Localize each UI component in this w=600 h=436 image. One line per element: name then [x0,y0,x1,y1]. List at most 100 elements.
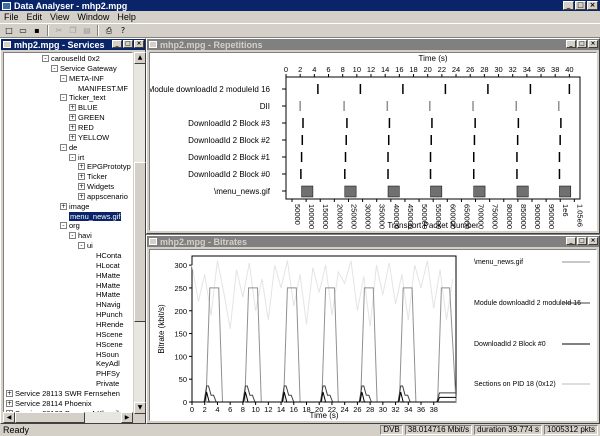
tree-node[interactable]: HPunch [87,310,123,319]
tree-node[interactable]: - META-INF [60,74,104,83]
services-tree[interactable]: - carouselId 0x2- Service Gateway - META-INF… [3,52,133,423]
cut-icon[interactable]: ✂ [53,25,65,36]
tree-node[interactable]: HSoun [87,350,119,359]
scroll-thumb[interactable] [134,162,146,322]
collapse-icon[interactable]: - [51,64,58,72]
tree-node[interactable]: + Service 28113 SWR Fernsehen [6,389,120,398]
expand-icon[interactable]: + [78,163,85,171]
tree-node[interactable]: + Ticker [78,172,107,181]
close-button[interactable]: × [587,1,598,10]
minimize-button[interactable]: _ [563,1,574,10]
bit-legend-label: DownloadId 2 Block #0 [474,341,546,348]
services-close-button[interactable]: × [134,40,144,48]
services-maximize-button[interactable]: □ [123,40,133,48]
repetitions-minimize-button[interactable]: _ [566,40,576,48]
app-titlebar[interactable]: Data Analyser - mhp2.mpg _ □ × [0,0,600,11]
tree-node[interactable]: PHFSy [87,369,120,378]
bitrates-titlebar[interactable]: mhp2.mpg - Bitrates _ □ × [147,236,599,247]
tree-node[interactable]: HLocat [87,261,120,270]
tree-node[interactable]: + BLUE [69,103,98,112]
save-icon[interactable]: ▪ [31,25,43,36]
tree-node[interactable]: + Service 28114 Phoenix [6,399,92,408]
help-icon[interactable]: ? [117,25,129,36]
tree-vertical-scrollbar[interactable]: ▲ ▼ [133,52,146,414]
scroll-right-arrow-icon[interactable]: ▶ [121,412,133,423]
tree-node[interactable]: - carouselId 0x2 [42,54,100,63]
scroll-down-arrow-icon[interactable]: ▼ [134,402,146,414]
paste-icon[interactable]: ▤ [81,25,93,36]
repetitions-maximize-button[interactable]: □ [577,40,587,48]
tree-node[interactable]: - ui [78,241,93,250]
tree-node[interactable]: Private [87,379,119,388]
bitrates-close-button[interactable]: × [588,237,598,245]
tree-node[interactable]: + EPGPrototyp [78,162,131,171]
services-minimize-button[interactable]: _ [112,40,122,48]
tree-node[interactable]: - irt [69,153,84,162]
print-icon[interactable]: ⎙ [103,25,115,36]
tree-node[interactable]: + image [60,202,89,211]
expand-icon[interactable]: + [78,192,85,200]
tree-node[interactable]: - havi [69,231,92,240]
collapse-icon[interactable]: - [60,74,67,82]
tree-node[interactable]: HMatte [87,290,120,299]
tree-node[interactable]: HNavig [87,300,121,309]
collapse-icon[interactable]: - [42,55,49,62]
tree-node[interactable]: + RED [69,123,94,132]
tree-node[interactable]: + YELLOW [69,133,109,142]
collapse-icon[interactable]: - [60,143,67,151]
expand-icon[interactable]: + [69,104,76,112]
expand-icon[interactable]: + [78,173,85,181]
tree-node[interactable]: HMatte [87,271,120,280]
new-file-icon[interactable]: □ [3,25,15,36]
tree-node[interactable]: HMatte [87,281,120,290]
rep-time-tick-label: 16 [395,65,403,74]
hscroll-thumb[interactable] [15,412,85,423]
expand-icon[interactable]: + [6,389,13,397]
collapse-icon[interactable]: - [60,222,67,230]
expand-icon[interactable]: + [60,202,67,210]
rep-time-tick-label: 10 [353,65,361,74]
repetitions-chart: Time (s)0 2 4 6 8 10 12 14 16 18 20 22 24 26 28 30 32 34 3… [148,54,585,230]
menu-view[interactable]: View [50,12,69,22]
tree-node[interactable]: HScene [87,340,123,349]
expand-icon[interactable]: + [6,399,13,407]
tree-node[interactable]: KeyAdl [87,359,120,368]
collapse-icon[interactable]: - [69,153,76,161]
services-titlebar[interactable]: mhp2.mpg - Services _ □ × [1,39,145,50]
tree-node[interactable]: HConta [87,251,121,260]
repetitions-titlebar[interactable]: mhp2.mpg - Repetitions _ □ × [147,39,599,50]
collapse-icon[interactable]: - [69,232,76,240]
collapse-icon[interactable]: - [60,94,67,102]
expand-icon[interactable]: + [69,123,76,131]
tree-node[interactable]: + Widgets [78,182,114,191]
expand-icon[interactable]: + [69,133,76,141]
bitrates-maximize-button[interactable]: □ [577,237,587,245]
expand-icon[interactable]: + [78,183,85,191]
tree-node[interactable]: MANIFEST.MF [69,84,128,93]
tree-horizontal-scrollbar[interactable]: ◀ ▶ [3,412,133,423]
scroll-left-arrow-icon[interactable]: ◀ [3,412,15,423]
open-folder-icon[interactable]: ▭ [17,25,29,36]
tree-node[interactable]: - Service Gateway [51,64,117,73]
tree-node[interactable]: + appscenario [78,192,128,201]
tree-node[interactable]: menu_news.gif [60,211,122,221]
bitrates-minimize-button[interactable]: _ [566,237,576,245]
menu-file[interactable]: File [4,12,19,22]
tree-node[interactable]: HRende [87,320,124,329]
maximize-button[interactable]: □ [575,1,586,10]
menu-edit[interactable]: Edit [27,12,43,22]
menu-help[interactable]: Help [117,12,136,22]
collapse-icon[interactable]: - [78,242,85,250]
expand-icon[interactable]: + [69,114,76,122]
tree-node[interactable]: - Ticker_text [60,93,105,102]
tree-node[interactable]: + GREEN [69,113,105,122]
copy-icon[interactable]: ❐ [67,25,79,36]
tree-node[interactable]: - org [60,221,80,230]
tree-node-label: RED [78,122,94,132]
rep-packet-tick-label: 100000 [307,204,316,229]
tree-node[interactable]: - de [60,143,77,152]
tree-node[interactable]: HScene [87,330,123,339]
scroll-up-arrow-icon[interactable]: ▲ [134,52,146,64]
menu-window[interactable]: Window [77,12,109,22]
repetitions-close-button[interactable]: × [588,40,598,48]
